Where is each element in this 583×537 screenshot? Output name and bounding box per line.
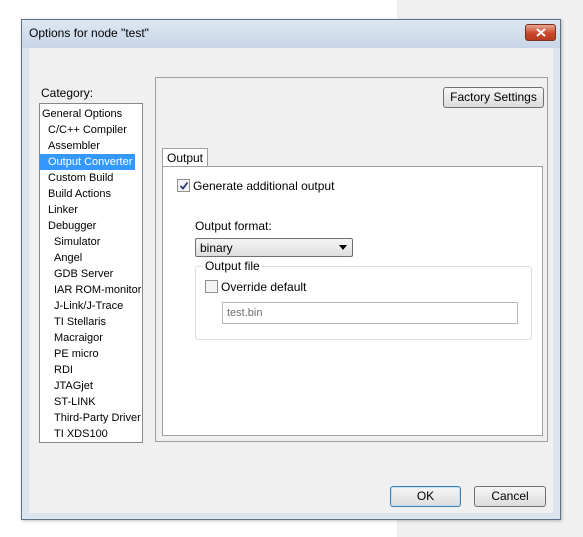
category-item[interactable]: Simulator [40, 234, 103, 250]
window-title: Options for node "test" [29, 26, 149, 40]
category-item[interactable]: Build Actions [40, 186, 114, 202]
tab-output[interactable]: Output [162, 148, 208, 167]
category-item[interactable]: Linker [40, 202, 81, 218]
category-item[interactable]: Assembler [40, 138, 103, 154]
override-default-label: Override default [221, 280, 307, 294]
category-item[interactable]: C/C++ Compiler [40, 122, 130, 138]
category-item[interactable]: GDB Server [40, 266, 116, 282]
category-item[interactable]: IAR ROM-monitor [40, 282, 144, 298]
chevron-down-icon [339, 245, 347, 250]
close-button[interactable] [525, 24, 556, 41]
output-format-value: binary [200, 241, 233, 255]
override-default-checkbox[interactable] [205, 280, 218, 293]
output-file-group: Output file Override default test.bin [195, 259, 532, 340]
category-list[interactable]: General Options C/C++ Compiler Assembler Ou… [39, 103, 143, 443]
factory-settings-button[interactable]: Factory Settings [443, 87, 544, 108]
category-item[interactable]: Debugger [40, 218, 99, 234]
category-item[interactable]: Macraigor [40, 330, 106, 346]
output-file-title: Output file [203, 259, 262, 273]
category-item[interactable]: J-Link/J-Trace [40, 298, 126, 314]
generate-output-label: Generate additional output [193, 179, 335, 193]
category-label: Category: [41, 86, 94, 100]
output-format-label: Output format: [195, 219, 272, 233]
generate-output-checkbox[interactable] [177, 179, 190, 192]
category-item[interactable]: Output Converter [40, 154, 136, 170]
category-item[interactable]: Angel [40, 250, 85, 266]
dialog-client: Category: General Options C/C++ Compiler A… [29, 48, 553, 513]
category-item[interactable]: TI XDS100 [40, 426, 111, 442]
output-filename-input[interactable]: test.bin [222, 302, 518, 324]
category-item[interactable]: ST-LINK [40, 394, 99, 410]
cancel-button[interactable]: Cancel [474, 486, 546, 507]
options-dialog: Options for node "test" Category: Genera… [21, 19, 561, 520]
category-item[interactable]: Third-Party Driver [40, 410, 144, 426]
close-icon [536, 28, 546, 37]
category-item[interactable]: JTAGjet [40, 378, 96, 394]
category-item[interactable]: TI Stellaris [40, 314, 109, 330]
checkmark-icon [179, 181, 189, 190]
category-item[interactable]: General Options [40, 106, 125, 122]
ok-button[interactable]: OK [390, 486, 461, 507]
title-bar[interactable]: Options for node "test" [22, 20, 560, 48]
category-item[interactable]: PE micro [40, 346, 102, 362]
category-item[interactable]: Custom Build [40, 170, 116, 186]
output-tab-page: Generate additional output Output format… [162, 166, 543, 436]
category-item[interactable]: RDI [40, 362, 76, 378]
output-format-select[interactable]: binary [195, 238, 353, 257]
options-panel: Factory Settings Output Generate additio… [155, 77, 548, 442]
